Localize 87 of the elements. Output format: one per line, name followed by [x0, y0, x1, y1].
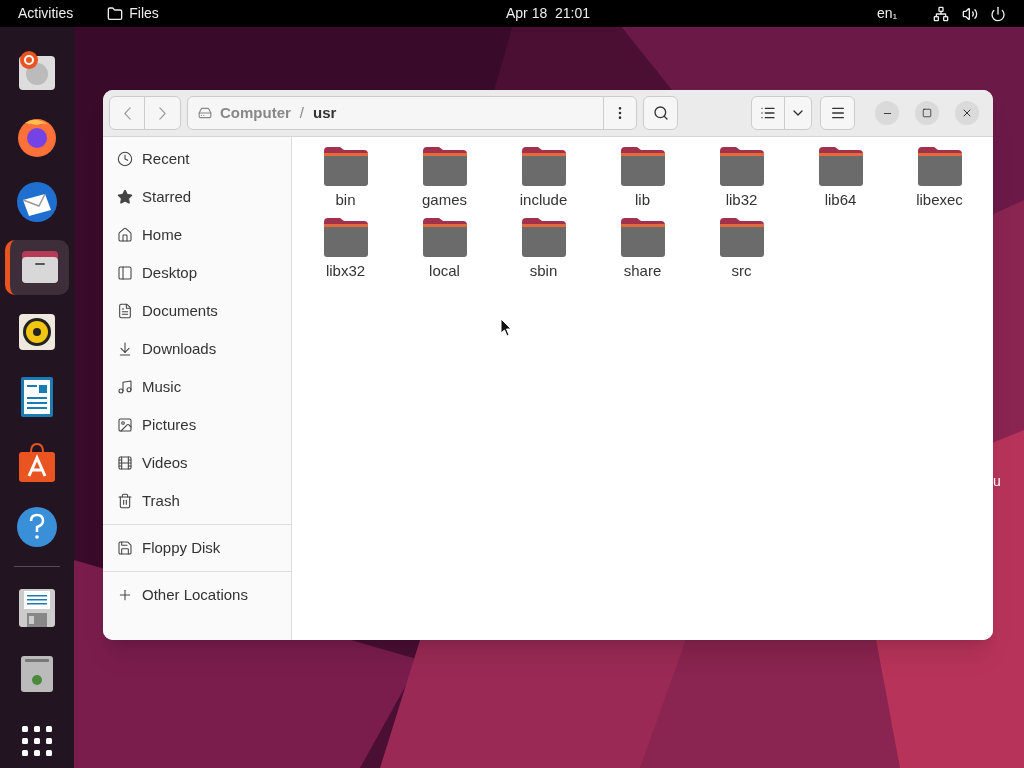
- chevron-left-icon: [123, 106, 131, 120]
- sidebar-item[interactable]: Starred: [103, 178, 291, 216]
- recent-icon: [117, 151, 133, 167]
- app-grid-icon[interactable]: [20, 723, 54, 758]
- network-icon[interactable]: [933, 5, 949, 22]
- pictures-icon: [117, 417, 133, 433]
- menu-button[interactable]: [820, 96, 855, 130]
- desktop-icon: [117, 265, 133, 281]
- folder-icon: [420, 215, 469, 258]
- mouse-pointer-icon: [500, 318, 512, 337]
- star-icon: [117, 189, 133, 205]
- folder-icon: [321, 215, 370, 258]
- folder-icon: [816, 145, 865, 187]
- folder-item[interactable]: bin: [296, 145, 395, 212]
- folder-icon: [107, 5, 124, 22]
- app-name: Files: [129, 4, 159, 23]
- videos-icon: [117, 455, 133, 471]
- folder-icon: [321, 145, 370, 187]
- sidebar-item[interactable]: Documents: [103, 292, 291, 330]
- activities-button[interactable]: Activities: [18, 3, 74, 24]
- power-icon[interactable]: [990, 5, 1006, 22]
- folder-item[interactable]: lib: [593, 145, 692, 212]
- document-icon: [117, 303, 133, 319]
- sidebar-item[interactable]: Downloads: [103, 330, 291, 368]
- maximize-button[interactable]: [915, 101, 939, 125]
- close-icon: [961, 107, 973, 119]
- mail-icon[interactable]: [15, 180, 59, 225]
- sidebar-item[interactable]: Home: [103, 216, 291, 254]
- folder-name: lib: [635, 190, 650, 210]
- folder-name: sbin: [529, 260, 558, 281]
- home-icon: [117, 227, 133, 243]
- sidebar-item[interactable]: Videos: [103, 444, 291, 482]
- sidebar-item[interactable]: Music: [103, 368, 291, 406]
- folder-item[interactable]: local: [395, 215, 494, 282]
- download-icon: [117, 341, 133, 357]
- folder-icon: [420, 145, 469, 187]
- help-icon[interactable]: [15, 504, 59, 549]
- folder-item[interactable]: lib64: [791, 145, 890, 212]
- folder-name: local: [429, 260, 460, 281]
- music-icon: [117, 379, 133, 395]
- volume-icon[interactable]: [962, 5, 978, 22]
- menu-icon: [829, 105, 846, 121]
- list-icon: [760, 105, 776, 121]
- folder-item[interactable]: games: [395, 145, 494, 212]
- floppy-icon: [117, 540, 133, 556]
- folder-item[interactable]: lib32: [692, 145, 791, 212]
- folder-name: src: [731, 260, 752, 281]
- folder-icon: [519, 215, 568, 258]
- folder-item[interactable]: sbin: [494, 215, 593, 282]
- sidebar-item[interactable]: Pictures: [103, 406, 291, 444]
- path-separator: /: [299, 102, 304, 123]
- folder-name: libx32: [325, 260, 366, 281]
- chevron-right-icon: [159, 106, 166, 120]
- clock[interactable]: Apr 18 21:01: [506, 3, 591, 24]
- folder-icon: [915, 145, 964, 187]
- folder-item[interactable]: include: [494, 145, 593, 212]
- search-icon: [652, 105, 669, 121]
- close-button[interactable]: [955, 101, 979, 125]
- folder-name: share: [623, 260, 662, 281]
- desktop-icon-label: u: [993, 472, 1001, 491]
- plus-icon: [117, 587, 133, 603]
- path-segment[interactable]: usr: [313, 101, 337, 125]
- sidebar-item[interactable]: Trash: [103, 482, 291, 520]
- folder-icon: [519, 145, 568, 187]
- folder-icon: [618, 215, 667, 258]
- app-menu[interactable]: Files: [107, 3, 159, 24]
- sidebar-item[interactable]: Recent: [103, 140, 291, 178]
- input-source[interactable]: en₁: [877, 3, 898, 24]
- folder-name: include: [519, 190, 568, 210]
- folder-icon: [618, 145, 667, 187]
- folder-icon: [717, 145, 766, 187]
- maximize-icon: [922, 108, 932, 118]
- folder-item[interactable]: libx32: [296, 215, 395, 282]
- folder-item[interactable]: libexec: [890, 145, 989, 212]
- folder-name: libexec: [916, 190, 963, 210]
- sidebar-item[interactable]: Other Locations: [103, 576, 291, 614]
- sidebar-item[interactable]: Desktop: [103, 254, 291, 292]
- folder-name: lib32: [725, 190, 758, 210]
- drive-icon: [198, 106, 212, 120]
- folder-item[interactable]: src: [692, 215, 791, 282]
- folder-name: lib64: [824, 190, 857, 210]
- folder-icon: [717, 215, 766, 258]
- folder-name: bin: [335, 190, 356, 210]
- folder-item[interactable]: share: [593, 215, 692, 282]
- sidebar-item[interactable]: Floppy Disk: [103, 529, 291, 567]
- folder-name: games: [422, 190, 467, 210]
- search-button[interactable]: [643, 96, 678, 130]
